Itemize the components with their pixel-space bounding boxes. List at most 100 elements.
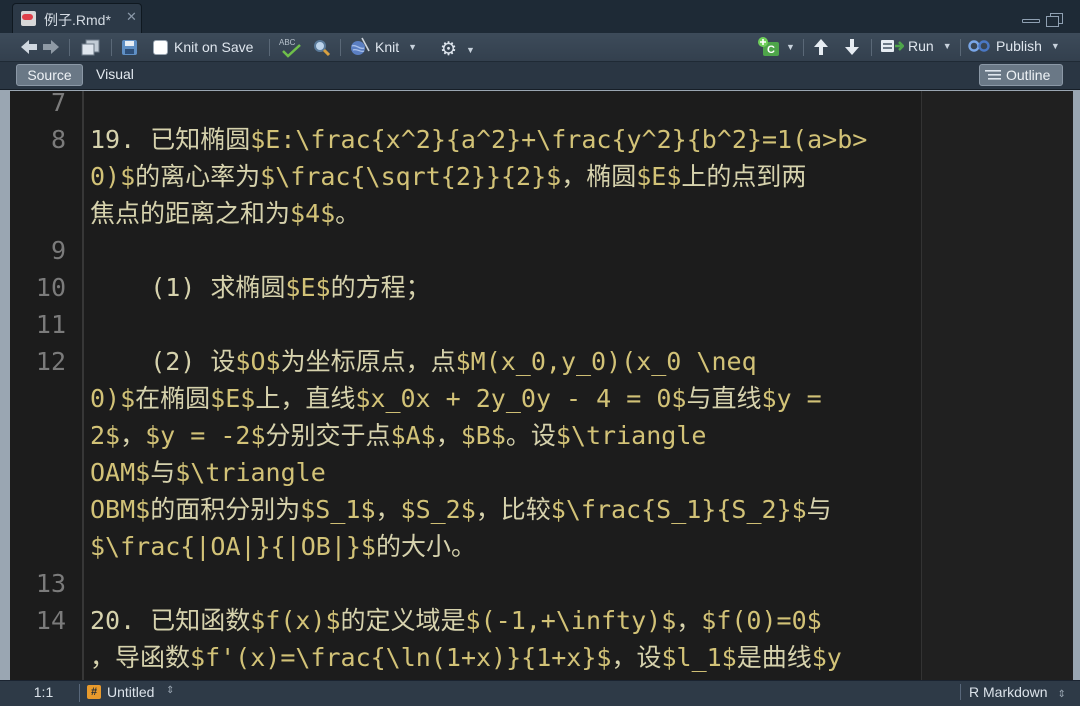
latex-math-span: $\frac{S_1}{S_2}$	[550, 495, 807, 524]
checkbox-box[interactable]	[153, 39, 168, 55]
chevron-down-icon[interactable]: ▼	[786, 42, 795, 52]
insert-chunk-letter: C	[767, 44, 775, 56]
next-chunk-icon[interactable]	[844, 38, 860, 56]
status-bar: 1:1 # Untitled ⇕ R Markdown ⇕	[0, 680, 1080, 706]
code-line[interactable]: OAM$与$\triangle	[90, 454, 326, 491]
code-line[interactable]: (2) 设$O$为坐标原点，点$M(x_0,y_0)(x_0 \neq	[90, 343, 757, 380]
knit-on-save-label: Knit on Save	[174, 39, 254, 55]
line-number: 13	[35, 569, 66, 598]
text-span: 与	[806, 495, 832, 524]
code-line[interactable]: 2$，$y = -2$分别交于点$A$，$B$。设$\triangle	[90, 417, 706, 454]
latex-math-span: $M(x_0,y_0)(x_0 \neq	[455, 347, 757, 376]
latex-math-span: $E$	[210, 384, 256, 413]
source-mode-button[interactable]: Source	[16, 64, 83, 86]
insert-chunk-button[interactable]: C ▼	[757, 36, 795, 58]
text-span: ，椭圆	[561, 162, 637, 191]
line-number: 12	[35, 347, 66, 376]
toolbar-separator	[871, 39, 872, 56]
source-editor[interactable]: 7 8 9 10 11 12 13 14 19. 已知椭圆$E:\frac{x^…	[10, 91, 1073, 680]
chevron-down-icon[interactable]: ▼	[466, 45, 475, 55]
updown-arrows-icon[interactable]: ⇕	[166, 685, 174, 696]
latex-math-span: $f(x)$	[250, 606, 341, 635]
maximize-pane-icon[interactable]	[1046, 13, 1063, 27]
code-line[interactable]: 0)$的离心率为$\frac{\sqrt{2}}{2}$，椭圆$E$上的点到两	[90, 158, 806, 195]
publish-button[interactable]: Publish ▼	[968, 38, 1060, 54]
toolbar-separator	[269, 39, 270, 56]
tab-close-icon[interactable]: ✕	[126, 9, 137, 25]
forward-arrow-icon[interactable]	[43, 40, 59, 54]
knit-yarn-icon	[351, 37, 370, 55]
toolbar-separator	[111, 39, 112, 56]
text-span: 与	[150, 458, 176, 487]
text-span: 20. 已知函数	[90, 606, 251, 635]
run-label: Run	[908, 38, 934, 54]
back-forward-nav	[20, 38, 60, 56]
tab-bar: 例子.Rmd* ✕	[0, 0, 1080, 33]
scope-selector[interactable]: Untitled	[107, 684, 154, 700]
text-span: 。设	[505, 421, 556, 450]
spellcheck-abc-text: ABC	[279, 38, 296, 47]
chevron-down-icon[interactable]: ▼	[408, 42, 417, 52]
latex-math-span: $4$	[290, 199, 336, 228]
text-span: 的大小。	[375, 532, 476, 561]
knit-on-save-checkbox[interactable]: Knit on Save	[153, 39, 253, 55]
text-span: 在椭圆	[135, 384, 211, 413]
code-line[interactable]: (1) 求椭圆$E$的方程；	[90, 269, 430, 306]
insert-chunk-icon: C	[758, 37, 779, 56]
toolbar-separator	[69, 39, 70, 56]
spellcheck-icon[interactable]: ABC	[278, 36, 304, 58]
knit-button[interactable]: Knit ▼	[348, 37, 417, 57]
hash-icon: #	[87, 685, 101, 699]
outline-button[interactable]: Outline	[979, 64, 1063, 86]
line-number: 9	[50, 236, 66, 265]
editor-toolbar: Knit on Save ABC Knit ▼ ⚙ ▼ C ▼ Run ▼ Pu…	[0, 33, 1080, 62]
cursor-position: 1:1	[8, 684, 80, 702]
mode-bar: Source Visual Outline	[0, 62, 1080, 90]
latex-math-span: $\triangle	[175, 458, 326, 487]
latex-math-span: $f(0)=0$	[701, 606, 822, 635]
latex-math-span: $(-1,+\infty)$	[465, 606, 677, 635]
visual-mode-button[interactable]: Visual	[96, 66, 134, 82]
text-span: 。	[335, 199, 361, 228]
text-span: ，	[375, 495, 401, 524]
chevron-down-icon[interactable]: ▼	[943, 41, 952, 51]
latex-math-span: 0)$	[90, 162, 136, 191]
text-span: 的定义域是	[340, 606, 466, 635]
editor-tab[interactable]: 例子.Rmd* ✕	[12, 3, 142, 33]
save-icon[interactable]	[121, 39, 138, 56]
text-span: 与直线	[686, 384, 762, 413]
code-line[interactable]: 0)$在椭圆$E$上，直线$x_0x + 2y_0y - 4 = 0$与直线$y…	[90, 380, 822, 417]
file-type-selector[interactable]: R Markdown ⇕	[960, 684, 1066, 700]
code-line[interactable]: OBM$的面积分别为$S_1$，$S_2$，比较$\frac{S_1}{S_2}…	[90, 491, 832, 528]
latex-math-span: 0)$	[90, 384, 136, 413]
latex-math-span: $S_2$	[400, 495, 476, 524]
show-in-window-icon[interactable]	[81, 38, 101, 56]
back-arrow-icon[interactable]	[21, 40, 37, 54]
latex-math-span: $E:\frac{x^2}{a^2}+\frac{y^2}{b^2}=1(a>b…	[250, 125, 868, 154]
latex-math-span: $y =	[761, 384, 822, 413]
line-number: 10	[35, 273, 66, 302]
code-line[interactable]: 19. 已知椭圆$E:\frac{x^2}{a^2}+\frac{y^2}{b^…	[90, 121, 867, 158]
text-span: ，	[120, 421, 146, 450]
settings-button[interactable]: ⚙ ▼	[440, 38, 475, 61]
run-button[interactable]: Run ▼	[880, 38, 952, 54]
publish-label: Publish	[996, 38, 1042, 54]
editor-right-margin	[921, 91, 1073, 680]
latex-math-span: $y	[811, 643, 842, 672]
code-line[interactable]: 20. 已知函数$f(x)$的定义域是$(-1,+\infty)$，$f(0)=…	[90, 602, 822, 639]
chevron-down-icon[interactable]: ▼	[1051, 41, 1060, 51]
latex-math-span: $E$	[285, 273, 331, 302]
text-span: ，	[435, 421, 461, 450]
code-line[interactable]: 焦点的距离之和为$4$。	[90, 195, 360, 232]
knit-label: Knit	[375, 39, 400, 55]
run-icon	[881, 40, 904, 52]
previous-chunk-icon[interactable]	[813, 38, 829, 56]
latex-math-span: OBM$	[90, 495, 151, 524]
code-line[interactable]: ，导函数$f'(x)=\frac{\ln(1+x)}{1+x}$，设$l_1$是…	[90, 639, 842, 676]
gear-icon: ⚙	[440, 39, 458, 60]
latex-math-span: 2$	[90, 421, 121, 450]
code-line[interactable]: $\frac{|OA|}{|OB|}$的大小。	[90, 528, 476, 565]
find-replace-icon[interactable]	[312, 38, 331, 57]
latex-math-span: $f'(x)=\frac{\ln(1+x)}{1+x}$	[190, 643, 612, 672]
minimize-pane-icon[interactable]	[1022, 19, 1040, 23]
